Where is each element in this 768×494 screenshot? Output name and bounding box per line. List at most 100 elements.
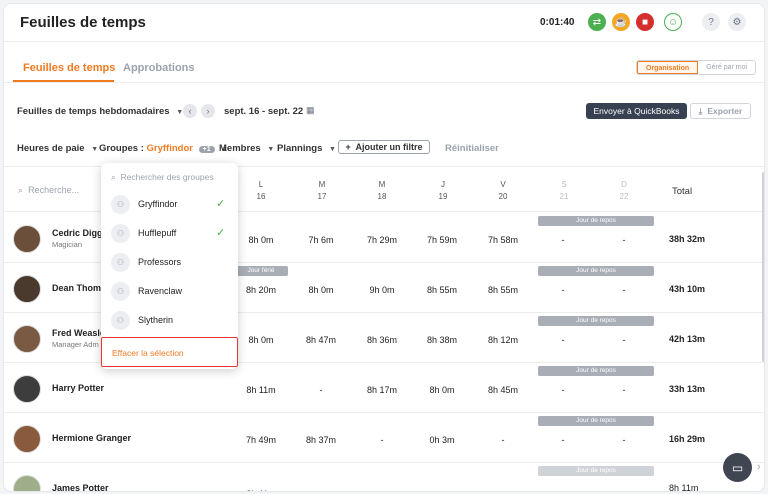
employee-name[interactable]: Dean Thoma: [52, 283, 106, 293]
hours-cell[interactable]: 8h 0m: [236, 335, 286, 345]
hours-cell[interactable]: 9h 0m: [357, 285, 407, 295]
group-option[interactable]: ⚇ Hufflepuff ✓: [111, 223, 231, 245]
group-option[interactable]: ⚇ Professors: [111, 252, 231, 274]
view-toggle-organisation[interactable]: Organisation: [637, 61, 699, 74]
user-icon[interactable]: ☺: [664, 13, 682, 31]
avatar: [13, 225, 41, 253]
day-number: 16: [256, 192, 266, 201]
table-row[interactable]: Harry Potter Jour de repos 8h 11m -8h 17m 8h…: [4, 363, 764, 413]
employee-name[interactable]: Cedric Diggo: [52, 228, 108, 238]
day-header-sat: S 21: [544, 179, 584, 203]
add-filter-button[interactable]: + Ajouter un filtre: [338, 140, 430, 154]
day-letter: D: [621, 180, 627, 189]
day-header-wed: M 18: [362, 179, 402, 203]
hours-cell[interactable]: 0h 3m: [417, 435, 467, 445]
day-letter: V: [500, 180, 506, 189]
plus-icon: +: [345, 142, 351, 152]
tab-approvals[interactable]: Approbations: [123, 62, 195, 74]
hours-cell[interactable]: 8h 0m: [417, 385, 467, 395]
export-button[interactable]: ⤓ Exporter: [690, 103, 751, 119]
hours-cell[interactable]: 8h 11m: [236, 385, 286, 395]
hours-cell[interactable]: -: [296, 385, 346, 395]
groups-filter[interactable]: Groupes : Gryffindor +1 ▲: [99, 143, 228, 154]
table-row[interactable]: James Potter Jour de repos 8h 11m 8h 11m: [4, 463, 764, 491]
hours-cell[interactable]: -: [478, 435, 528, 445]
view-toggle-managed[interactable]: Géré par moi: [698, 61, 755, 74]
groups-search-input[interactable]: ⌕ Rechercher des groupes: [111, 172, 214, 183]
members-filter[interactable]: Membres ▼: [219, 143, 274, 154]
hours-cell[interactable]: 8h 0m: [296, 285, 346, 295]
period-select[interactable]: Feuilles de temps hebdomadaires ▼: [17, 106, 183, 117]
plannings-filter[interactable]: Plannings ▼: [277, 143, 336, 154]
hours-cell[interactable]: 8h 12m: [478, 335, 528, 345]
tab-timesheets[interactable]: Feuilles de temps: [23, 62, 115, 74]
hours-cell[interactable]: 8h 36m: [357, 335, 407, 345]
chat-icon[interactable]: ▭: [723, 453, 752, 482]
hours-cell[interactable]: -: [357, 435, 407, 445]
day-status-chip: Jour de repos: [538, 366, 654, 376]
hours-cell[interactable]: 7h 29m: [357, 235, 407, 245]
send-quickbooks-button[interactable]: Envoyer à QuickBooks: [586, 103, 687, 119]
hours-cell[interactable]: -: [538, 335, 588, 345]
hours-cell[interactable]: 7h 49m: [236, 435, 286, 445]
employee-name[interactable]: Hermione Granger: [52, 433, 131, 443]
hours-cell[interactable]: 8h 11m: [236, 489, 286, 491]
hours-cell[interactable]: -: [599, 435, 649, 445]
hours-cell[interactable]: -: [538, 285, 588, 295]
clear-selection-button[interactable]: Effacer la sélection: [101, 337, 238, 367]
groups-more-badge: +1: [198, 146, 215, 153]
hours-cell[interactable]: -: [538, 385, 588, 395]
hours-cell[interactable]: 8h 47m: [296, 335, 346, 345]
hours-cell[interactable]: 7h 58m: [478, 235, 528, 245]
employee-name[interactable]: Fred Weasle: [52, 328, 105, 338]
table-row[interactable]: Hermione Granger Jour de repos 7h 49m 8h 37…: [4, 413, 764, 463]
hours-cell[interactable]: 8h 0m: [236, 235, 286, 245]
view-toggle: Organisation Géré par moi: [636, 60, 757, 75]
employee-name[interactable]: Harry Potter: [52, 383, 104, 393]
settings-icon[interactable]: ⚙: [728, 13, 746, 31]
hours-cell[interactable]: 8h 38m: [417, 335, 467, 345]
page-title: Feuilles de temps: [20, 14, 146, 31]
day-number: 21: [559, 192, 569, 201]
hours-cell[interactable]: 7h 6m: [296, 235, 346, 245]
clock-in-icon[interactable]: ⇄: [588, 13, 606, 31]
groups-search-placeholder: Rechercher des groupes: [120, 172, 214, 182]
help-icon[interactable]: ?: [702, 13, 720, 31]
reset-filters-link[interactable]: Réinitialiser: [445, 143, 499, 154]
employee-name[interactable]: James Potter: [52, 483, 109, 491]
hours-cell[interactable]: 8h 55m: [478, 285, 528, 295]
hours-cell[interactable]: -: [599, 235, 649, 245]
hours-cell[interactable]: -: [599, 335, 649, 345]
date-range[interactable]: sept. 16 - sept. 22: [224, 106, 303, 117]
hours-cell[interactable]: -: [538, 235, 588, 245]
hours-cell[interactable]: -: [599, 385, 649, 395]
table-search[interactable]: ⌕ Recherche...: [18, 185, 79, 196]
day-letter: M: [378, 180, 386, 189]
hours-cell[interactable]: 8h 20m: [236, 285, 286, 295]
hours-cell[interactable]: 8h 37m: [296, 435, 346, 445]
hours-cell[interactable]: 8h 55m: [417, 285, 467, 295]
hours-cell[interactable]: -: [599, 285, 649, 295]
break-icon[interactable]: ☕: [612, 13, 630, 31]
group-option[interactable]: ⚇ Ravenclaw: [111, 281, 231, 303]
vertical-scrollbar[interactable]: [762, 172, 764, 362]
group-option[interactable]: ⚇ Slytherin: [111, 310, 231, 332]
groups-dropdown: ⌕ Rechercher des groupes ⚇ Gryffindor ✓ ⚇ Hu…: [101, 163, 238, 369]
chevron-right-icon[interactable]: ›: [757, 461, 761, 473]
stop-icon[interactable]: ■: [636, 13, 654, 31]
hours-cell[interactable]: 8h 45m: [478, 385, 528, 395]
search-icon: ⌕: [111, 172, 116, 182]
group-option[interactable]: ⚇ Gryffindor ✓: [111, 194, 231, 216]
hours-cell[interactable]: 7h 59m: [417, 235, 467, 245]
group-option-label: Slytherin: [138, 315, 174, 325]
hours-cell[interactable]: -: [538, 435, 588, 445]
day-number: 19: [438, 192, 448, 201]
pay-hours-filter[interactable]: Heures de paie ▼: [17, 143, 98, 154]
prev-week-button[interactable]: ‹: [183, 104, 197, 118]
calendar-icon[interactable]: ▦: [306, 105, 315, 116]
hours-cell[interactable]: 8h 17m: [357, 385, 407, 395]
active-tab-indicator: [13, 80, 114, 82]
period-select-label: Feuilles de temps hebdomadaires: [17, 106, 170, 117]
day-letter: J: [441, 180, 445, 189]
next-week-button[interactable]: ›: [201, 104, 215, 118]
